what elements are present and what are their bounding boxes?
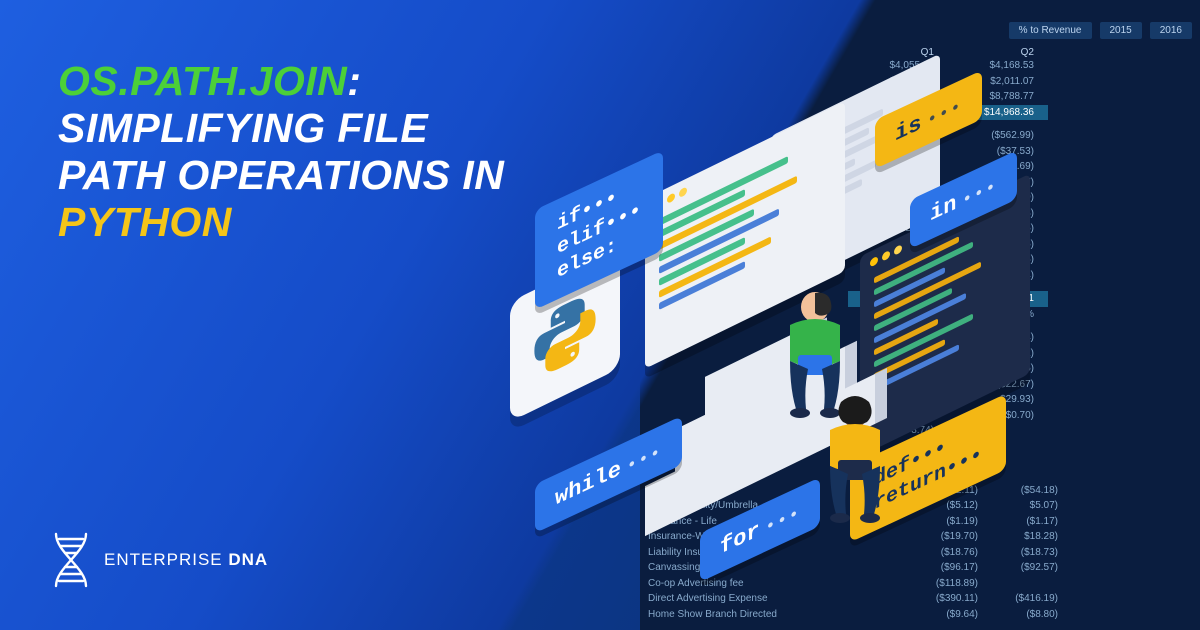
year-2016-button: 2016 bbox=[1150, 22, 1192, 39]
enterprise-dna-logo: ENTERPRISE DNA bbox=[48, 532, 268, 588]
year-2015-button: 2015 bbox=[1100, 22, 1142, 39]
col-q2: Q2 bbox=[948, 47, 1048, 58]
article-headline: OS.PATH.JOIN: SIMPLIFYING FILE PATH OPER… bbox=[58, 58, 578, 247]
headline-colon: : bbox=[347, 58, 361, 104]
pct-revenue-button: % to Revenue bbox=[1009, 22, 1092, 39]
headline-line2: SIMPLIFYING FILE bbox=[58, 105, 428, 151]
logo-text: ENTERPRISE DNA bbox=[104, 550, 268, 570]
headline-line3: PATH OPERATIONS IN bbox=[58, 152, 504, 198]
headline-ospathjoin: OS.PATH.JOIN bbox=[58, 58, 347, 104]
person-yellow-shirt bbox=[800, 390, 910, 530]
dna-icon bbox=[48, 532, 94, 588]
headline-python: PYTHON bbox=[58, 199, 232, 245]
